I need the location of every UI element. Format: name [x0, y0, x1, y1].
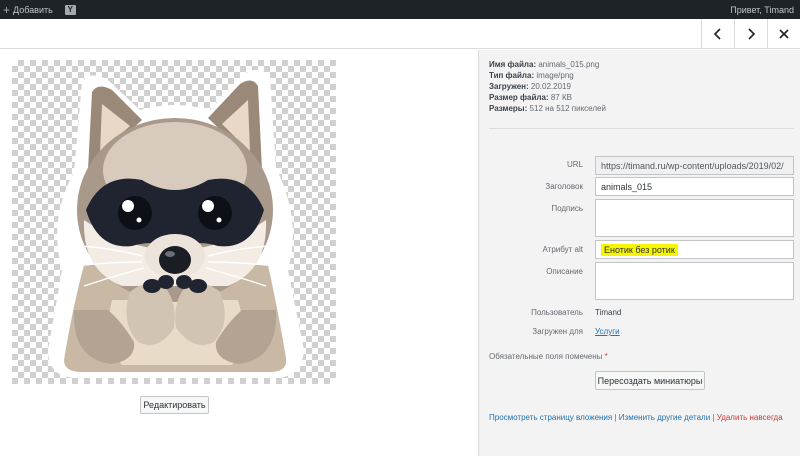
title-label: Заголовок — [545, 182, 583, 191]
next-attachment-button[interactable] — [734, 19, 767, 49]
edit-image-button[interactable]: Редактировать — [140, 396, 209, 414]
plus-icon: + — [3, 2, 11, 17]
uploaded-to-label: Загружен для — [532, 327, 583, 336]
caption-label: Подпись — [551, 204, 583, 213]
chevron-left-icon — [713, 28, 721, 40]
user-value: Timand — [595, 308, 622, 317]
attachment-image — [12, 60, 336, 384]
alt-field[interactable]: Енотик без ротик — [595, 240, 794, 259]
dimensions-line: Размеры: 512 на 512 пикселей — [489, 104, 606, 113]
description-field[interactable] — [595, 262, 794, 300]
regenerate-thumbnails-button[interactable]: Пересоздать миниатюры — [595, 371, 705, 390]
url-label: URL — [566, 160, 583, 169]
edit-more-details-link[interactable]: Изменить другие детали — [619, 413, 710, 422]
file-name-line: Имя файла: animals_015.png — [489, 60, 600, 69]
file-size-line: Размер файла: 87 КВ — [489, 93, 572, 102]
admin-bar-add-new[interactable]: + Добавить — [0, 4, 53, 16]
alt-label: Атрибут alt — [542, 245, 583, 254]
alt-value: Енотик без ротик — [601, 243, 678, 256]
description-label: Описание — [546, 267, 583, 276]
view-attachment-page-link[interactable]: Просмотреть страницу вложения — [489, 413, 612, 422]
admin-bar-greeting[interactable]: Привет, Timand — [730, 5, 800, 15]
media-preview: Редактировать — [0, 50, 478, 456]
raccoon-sticker-image — [48, 69, 304, 378]
delete-permanently-link[interactable]: Удалить навсегда — [717, 413, 783, 422]
attachment-details-sidebar: Имя файла: animals_015.png Тип файла: im… — [478, 50, 800, 456]
url-field[interactable]: https://timand.ru/wp-content/uploads/201… — [595, 156, 794, 175]
previous-attachment-button[interactable] — [701, 19, 734, 49]
close-modal-button[interactable] — [767, 19, 800, 49]
caption-field[interactable] — [595, 199, 794, 237]
actions-separator: | — [712, 413, 715, 422]
actions-separator: | — [614, 413, 617, 422]
admin-bar-add-label: Добавить — [13, 4, 53, 15]
user-label: Пользователь — [531, 308, 583, 317]
modal-header — [0, 19, 800, 49]
close-icon — [779, 29, 789, 39]
required-star: * — [604, 352, 608, 361]
attachment-actions: Просмотреть страницу вложения | Изменить… — [489, 413, 783, 422]
chevron-right-icon — [748, 28, 756, 40]
title-field[interactable]: animals_015 — [595, 177, 794, 196]
divider — [489, 128, 794, 129]
attachment-details-modal: Редактировать Имя файла: animals_015.png… — [0, 19, 800, 456]
required-fields-note: Обязательные поля помечены * — [489, 352, 608, 361]
file-type-line: Тип файла: image/png — [489, 71, 574, 80]
uploaded-to-link[interactable]: Услуги — [595, 327, 620, 336]
file-info: Имя файла: animals_015.png Тип файла: im… — [489, 59, 606, 114]
yoast-icon[interactable]: Y — [64, 4, 76, 15]
uploaded-date-line: Загружен: 20.02.2019 — [489, 82, 571, 91]
admin-bar: + Добавить Y Привет, Timand — [0, 0, 800, 19]
